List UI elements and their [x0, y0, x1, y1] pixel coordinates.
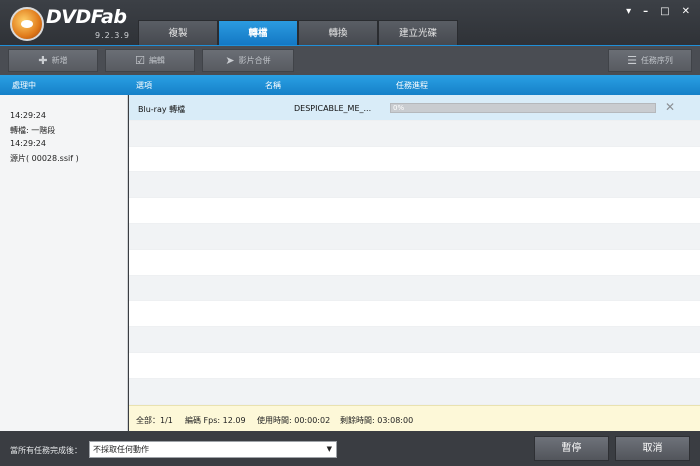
pause-button[interactable]: 暫停	[534, 436, 609, 461]
toolbar: ✚ 新增 ☑ 編輯 ➤ 影片合併 ☰ 任務序列	[0, 45, 700, 75]
column-progress[interactable]: 任務進程	[396, 80, 428, 91]
window-controls: ▾ – □ ✕	[626, 6, 690, 17]
table-row	[129, 120, 700, 147]
chevron-down-icon: ▼	[326, 445, 332, 453]
status-total: 全部：1/1	[136, 416, 173, 425]
after-complete-select[interactable]: 不採取任何動作 ▼	[89, 441, 337, 458]
merge-label: 影片合併	[238, 56, 271, 65]
log-time-2: 14:29:24	[10, 139, 46, 148]
status-remaining: 剩餘時間: 03:08:00	[340, 416, 414, 425]
merge-icon: ➤	[225, 54, 235, 67]
table-row	[129, 352, 700, 379]
close-icon[interactable]: ✕	[682, 6, 690, 17]
add-label: 新增	[51, 56, 68, 65]
list-icon: ☰	[627, 54, 637, 67]
tab-copy[interactable]: 複製	[138, 20, 218, 45]
tab-converter[interactable]: 轉換	[298, 20, 378, 45]
tab-ripper[interactable]: 轉檔	[218, 20, 298, 45]
plus-icon: ✚	[38, 54, 48, 67]
log-time-1: 14:29:24	[10, 111, 46, 120]
edit-button[interactable]: ☑ 編輯	[105, 49, 195, 72]
app-version: 9.2.3.9	[95, 31, 130, 40]
minimize-icon[interactable]: –	[643, 6, 648, 17]
menu-dropdown-icon[interactable]: ▾	[626, 6, 631, 17]
log-line-1: 轉檔: 一階段	[10, 126, 56, 135]
table-row	[129, 223, 700, 250]
merge-button[interactable]: ➤ 影片合併	[202, 49, 294, 72]
column-name[interactable]: 名稱	[265, 80, 281, 91]
progress-text: 0%	[393, 104, 405, 112]
tab-creator[interactable]: 建立光碟	[378, 20, 458, 45]
tasklist-button[interactable]: ☰ 任務序列	[608, 49, 692, 72]
table-row	[129, 146, 700, 173]
task-progress-bar: 0%	[390, 103, 656, 113]
main-tabs: 複製 轉檔 轉換 建立光碟	[138, 20, 458, 45]
title-bar: DVDFab 9.2.3.9 複製 轉檔 轉換 建立光碟 ▾ – □ ✕	[0, 0, 700, 45]
processing-header: 處理中	[12, 81, 36, 90]
task-name: DESPICABLE_ME_...	[294, 104, 372, 113]
add-button[interactable]: ✚ 新增	[8, 49, 98, 72]
log-line-2: 源片( 00028.ssif )	[10, 154, 79, 163]
column-option[interactable]: 選項	[136, 80, 152, 91]
table-header: 處理中 選項 名稱 任務進程	[0, 75, 700, 95]
task-option: Blu-ray 轉檔	[138, 105, 186, 114]
maximize-icon[interactable]: □	[660, 6, 669, 17]
table-row	[129, 301, 700, 328]
processing-log: 14:29:24 轉檔: 一階段 14:29:24 源片( 00028.ssif…	[0, 95, 128, 431]
tasklist-label: 任務序列	[640, 56, 673, 65]
cancel-button[interactable]: 取消	[615, 436, 690, 461]
edit-icon: ☑	[135, 54, 145, 67]
after-complete-label: 當所有任務完成後：	[10, 446, 82, 455]
table-row	[129, 198, 700, 224]
table-row	[129, 327, 700, 353]
bottom-bar: 當所有任務完成後： 不採取任何動作 ▼ 暫停 取消	[0, 431, 700, 466]
status-elapsed: 使用時間: 00:00:02	[257, 416, 331, 425]
remove-task-icon[interactable]: ✕	[665, 100, 675, 114]
after-complete-value: 不採取任何動作	[93, 445, 149, 454]
status-fps: 編碼 Fps: 12.09	[185, 416, 246, 425]
table-row	[129, 172, 700, 199]
dvdfab-logo-icon	[10, 7, 44, 41]
status-bar: 全部：1/1 編碼 Fps: 12.09 使用時間: 00:00:02 剩餘時間…	[129, 405, 700, 431]
app-brand: DVDFab	[46, 6, 127, 28]
table-row	[129, 378, 700, 405]
table-row	[129, 249, 700, 276]
edit-label: 編輯	[148, 56, 165, 65]
task-table: Blu-ray 轉檔 DESPICABLE_ME_... 0% ✕	[129, 95, 700, 405]
table-row[interactable]: Blu-ray 轉檔 DESPICABLE_ME_... 0% ✕	[129, 95, 700, 121]
table-row	[129, 275, 700, 302]
